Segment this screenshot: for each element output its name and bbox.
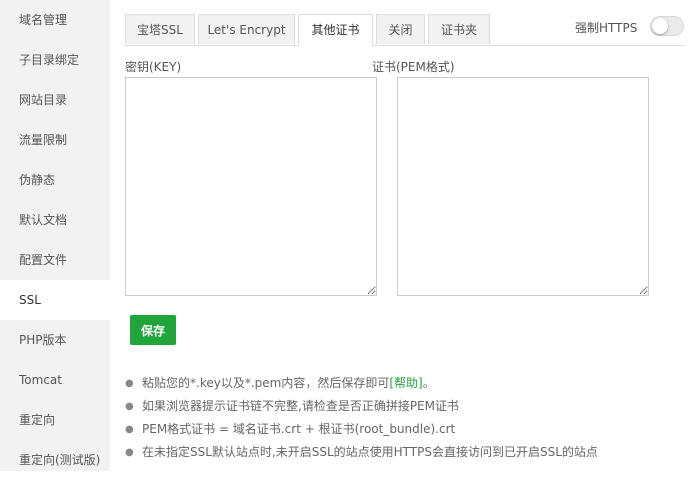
sidebar-item-redirect[interactable]: 重定向 [0, 400, 110, 440]
sidebar-item-config-file[interactable]: 配置文件 [0, 240, 110, 280]
bullet-icon: ● [125, 447, 134, 458]
key-textarea[interactable] [125, 77, 377, 296]
tip-text: PEM格式证书 = 域名证书.crt + 根证书(root_bundle).cr… [142, 422, 456, 436]
tips-list: ● 粘贴您的*.key以及*.pem内容，然后保存即可[帮助]。 ● 如果浏览器提示… [125, 372, 598, 464]
bullet-icon: ● [125, 424, 134, 435]
help-link[interactable]: [帮助] [389, 376, 422, 390]
tab-close[interactable]: 关闭 [376, 14, 425, 44]
toggle-knob [652, 18, 668, 34]
sidebar-item-rewrite[interactable]: 伪静态 [0, 160, 110, 200]
sidebar-item-tomcat[interactable]: Tomcat [0, 360, 110, 400]
sidebar-item-traffic-limit[interactable]: 流量限制 [0, 120, 110, 160]
sidebar-item-redirect-beta[interactable]: 重定向(测试版) [0, 440, 110, 480]
cert-field-label: 证书(PEM格式) [372, 60, 455, 74]
tip-text: 粘贴您的*.key以及*.pem内容，然后保存即可 [142, 376, 390, 390]
tip-item: ● 粘贴您的*.key以及*.pem内容，然后保存即可[帮助]。 [125, 372, 598, 395]
sidebar-item-subdir-binding[interactable]: 子目录绑定 [0, 40, 110, 80]
cert-textarea[interactable] [397, 77, 649, 296]
bullet-icon: ● [125, 401, 134, 412]
save-button[interactable]: 保存 [130, 315, 176, 345]
sidebar-item-site-directory[interactable]: 网站目录 [0, 80, 110, 120]
sidebar-item-php-version[interactable]: PHP版本 [0, 320, 110, 360]
sidebar-item-ssl[interactable]: SSL [0, 280, 110, 320]
tab-cert-folder[interactable]: 证书夹 [428, 14, 490, 44]
tip-text-suffix: 。 [422, 376, 435, 390]
sidebar-item-domain[interactable]: 域名管理 [0, 0, 110, 40]
tip-text: 在未指定SSL默认站点时,未开启SSL的站点使用HTTPS会直接访问到已开启SS… [142, 445, 598, 459]
force-https-toggle[interactable] [650, 16, 684, 36]
tip-text: 如果浏览器提示证书链不完整,请检查是否正确拼接PEM证书 [142, 399, 459, 413]
tab-lets-encrypt[interactable]: Let's Encrypt [198, 14, 295, 44]
tab-other-certificate[interactable]: 其他证书 [298, 14, 373, 46]
force-https-label: 强制HTTPS [575, 21, 638, 35]
tab-baota-ssl[interactable]: 宝塔SSL [125, 14, 195, 44]
sidebar: 域名管理 子目录绑定 网站目录 流量限制 伪静态 默认文档 配置文件 SSL P… [0, 0, 110, 471]
tip-item: ● 如果浏览器提示证书链不完整,请检查是否正确拼接PEM证书 [125, 395, 598, 418]
sidebar-item-default-document[interactable]: 默认文档 [0, 200, 110, 240]
key-field-label: 密钥(KEY) [125, 60, 182, 74]
tip-item: ● 在未指定SSL默认站点时,未开启SSL的站点使用HTTPS会直接访问到已开启S… [125, 441, 598, 464]
tip-item: ● PEM格式证书 = 域名证书.crt + 根证书(root_bundle).c… [125, 418, 598, 441]
bullet-icon: ● [125, 378, 134, 389]
